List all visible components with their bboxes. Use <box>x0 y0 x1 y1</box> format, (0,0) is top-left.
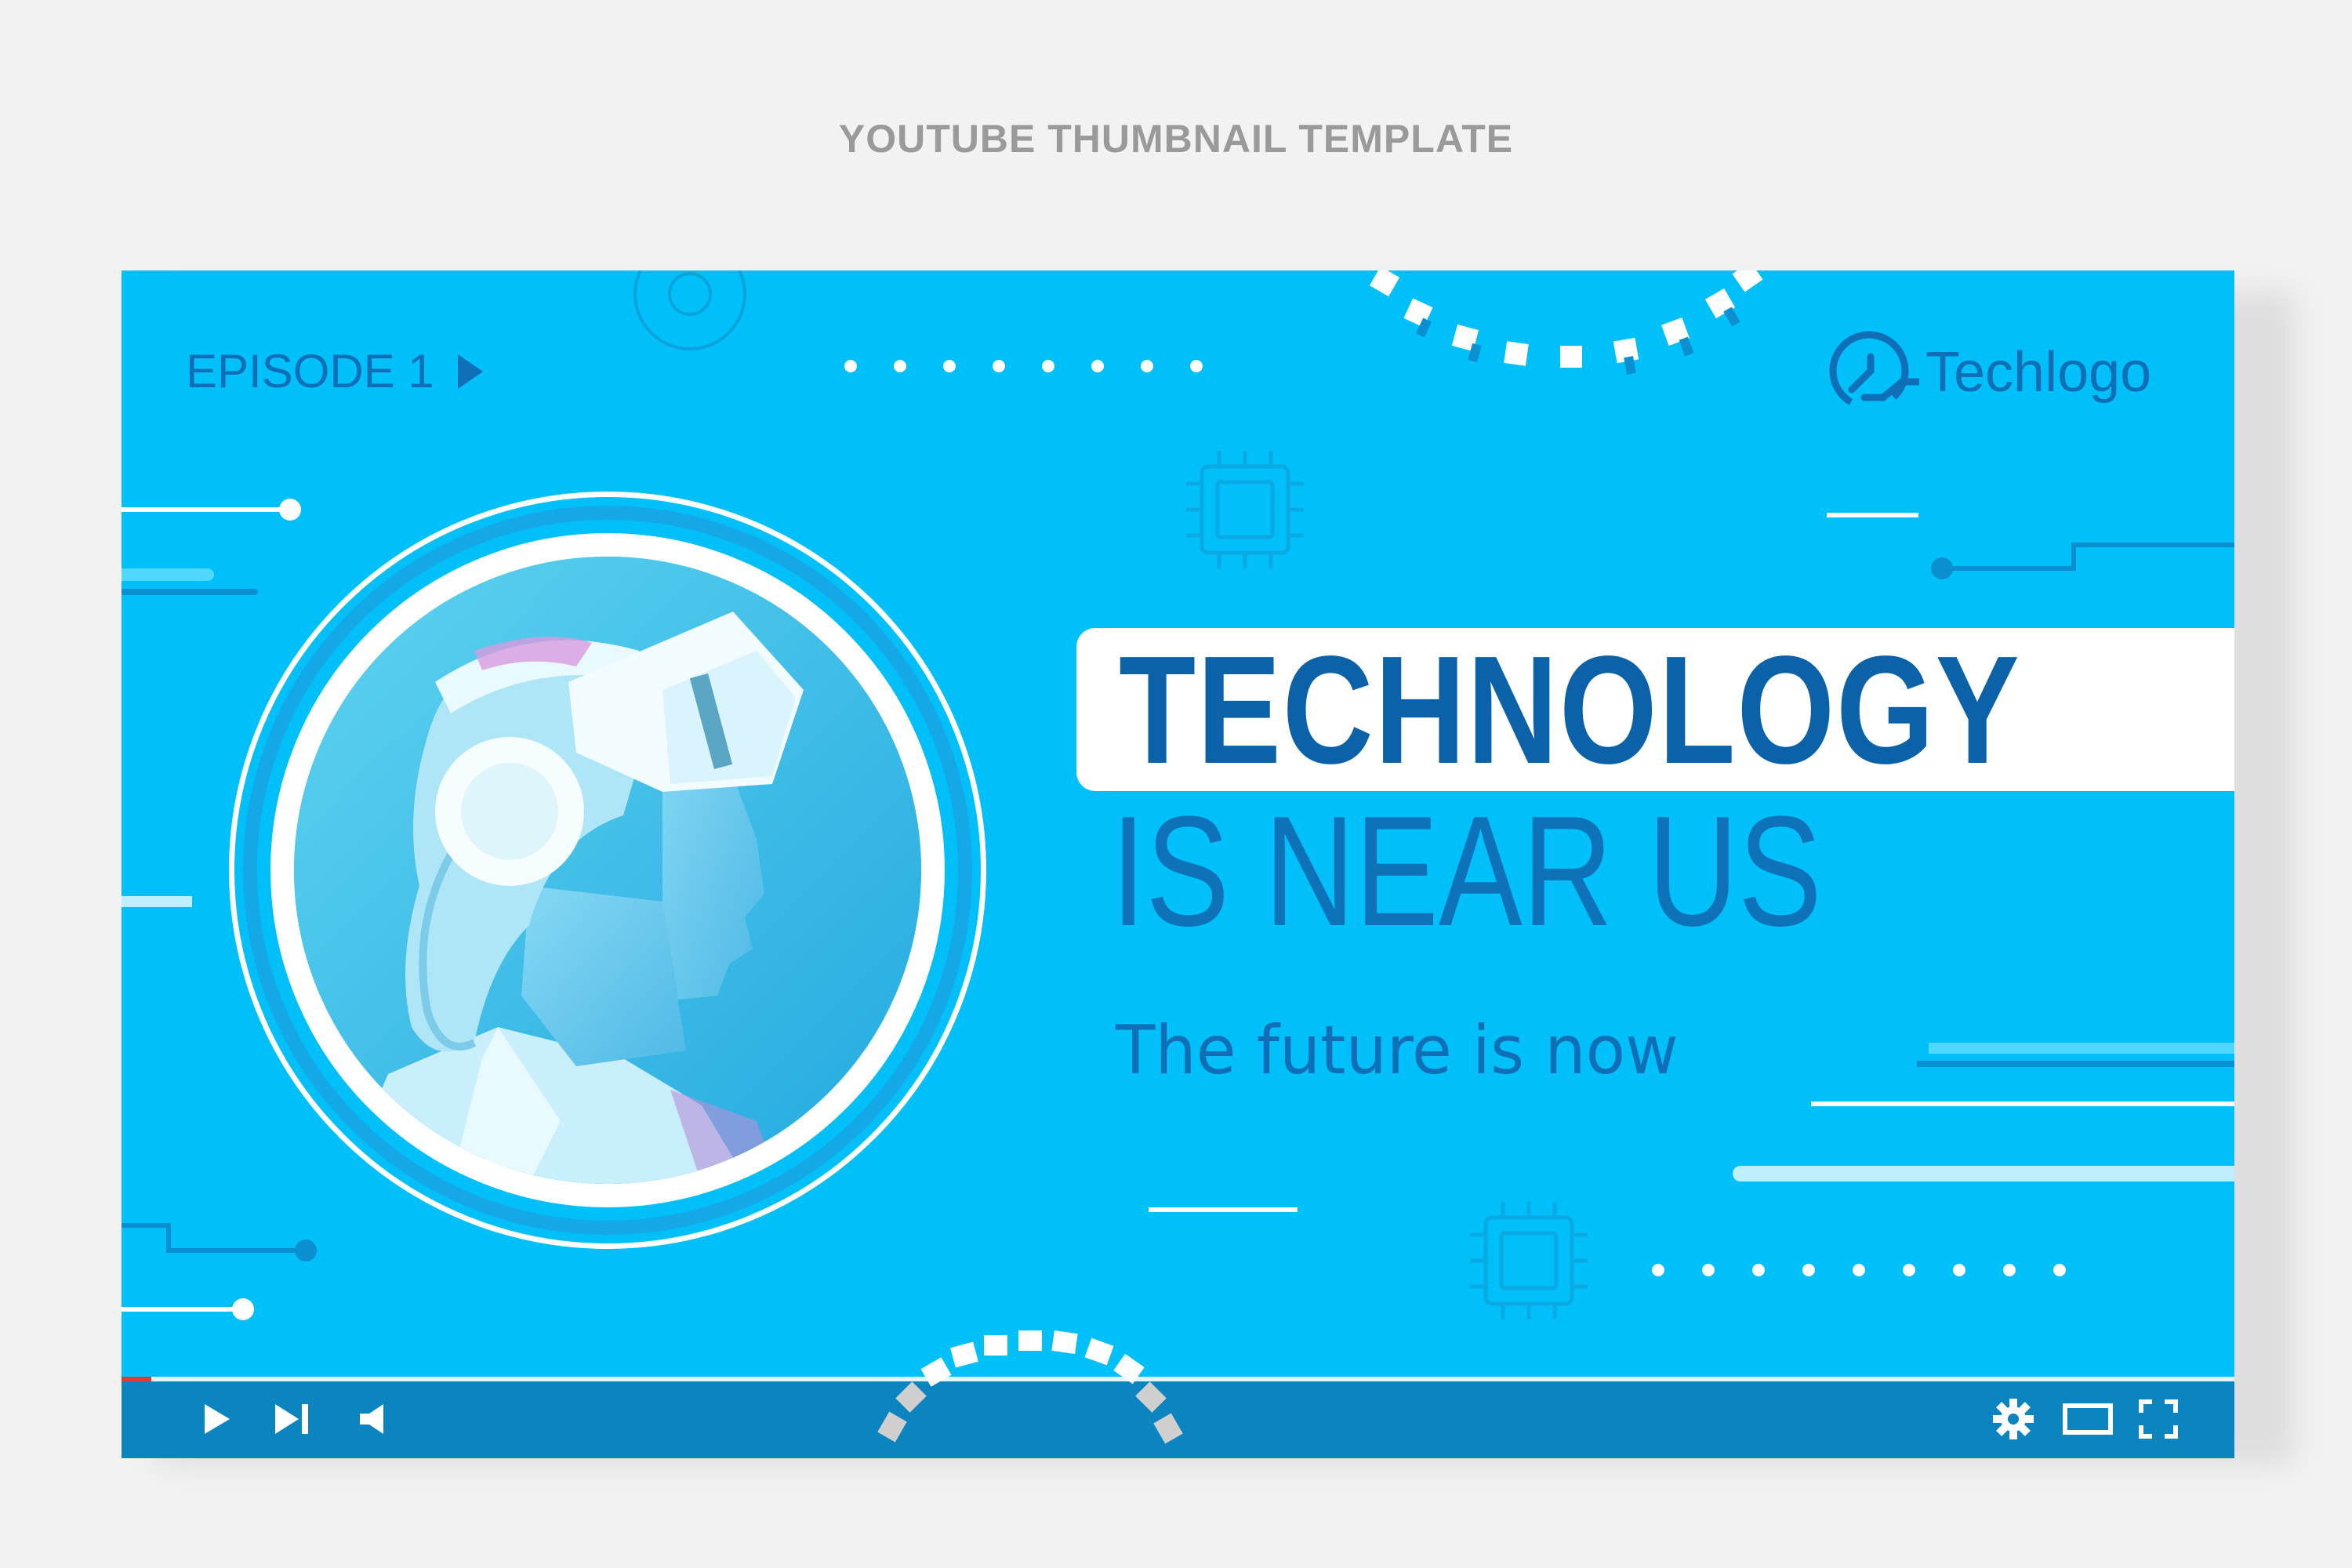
decorative-arc-bottom <box>877 1330 1183 1444</box>
techlogo-icon <box>1829 331 1919 411</box>
tagline: The future is now <box>1116 1011 1679 1090</box>
skip-next-icon[interactable] <box>270 1399 314 1439</box>
episode-text: EPISODE 1 <box>186 345 434 397</box>
volume-icon[interactable] <box>355 1399 394 1439</box>
vr-headset-photo <box>270 533 945 1207</box>
episode-label: EPISODE 1 <box>186 344 483 398</box>
play-arrow-icon <box>457 354 483 389</box>
fullscreen-icon[interactable] <box>2136 1397 2180 1441</box>
subheadline: IS NEAR US <box>1111 784 1822 959</box>
headline: TECHNOLOGY <box>1119 624 2021 796</box>
page-title: YOUTUBE THUMBNAIL TEMPLATE <box>838 117 1514 161</box>
thumbnail-card[interactable]: EPISODE 1 Techlogo TECHNOLOGY IS NEAR US… <box>122 270 2234 1458</box>
brand-logo: Techlogo <box>1825 325 2151 419</box>
logo-text: Techlogo <box>1926 341 2152 404</box>
settings-icon[interactable] <box>1991 1397 2035 1441</box>
progress-fill <box>122 1377 151 1381</box>
theater-mode-icon[interactable] <box>2062 1399 2114 1439</box>
play-icon[interactable] <box>197 1399 236 1439</box>
